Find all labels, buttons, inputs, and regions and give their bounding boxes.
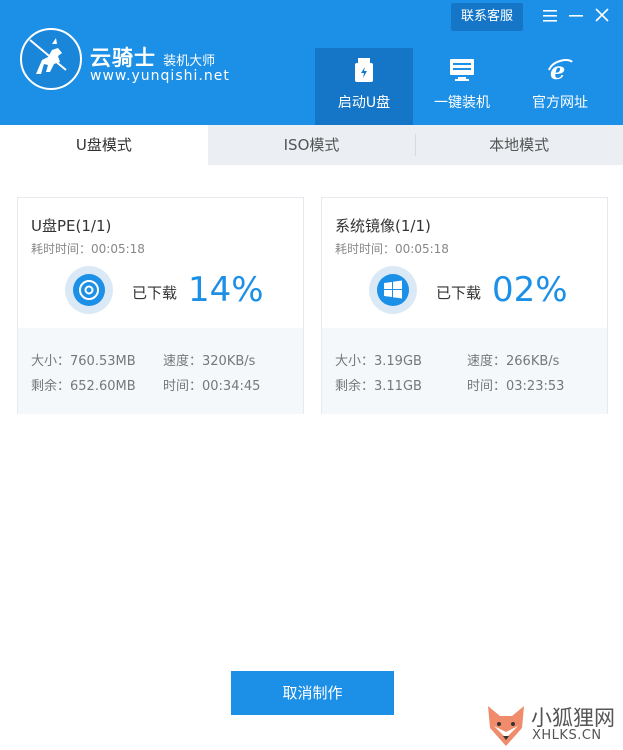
fox-logo-icon: [488, 706, 524, 746]
ie-browser-icon: e: [548, 58, 573, 82]
tab-local-mode[interactable]: 本地模式: [415, 125, 623, 165]
app-header: 云骑士 装机大师 www.yunqishi.net 联系客服 启动U盘 一键装机…: [0, 0, 623, 125]
speed-stat: 速度：320KB/s: [163, 354, 256, 369]
nav-one-click-install[interactable]: 一键装机: [413, 48, 511, 125]
mode-tabs: U盘模式 ISO模式 本地模式: [0, 125, 623, 165]
remaining-stat: 剩余：652.60MB: [31, 379, 136, 394]
card-stats: 大小：760.53MB 速度：320KB/s 剩余：652.60MB 时间：00…: [18, 328, 303, 414]
nav-label: 一键装机: [434, 95, 490, 111]
card-title: 系统镜像(1/1): [335, 217, 431, 235]
elapsed-time: 耗时时间：00:05:18: [335, 242, 449, 256]
contact-service-button[interactable]: 联系客服: [450, 3, 523, 31]
elapsed-time: 耗时时间：00:05:18: [31, 242, 145, 256]
knight-logo: [20, 28, 82, 90]
usb-drive-icon: [355, 58, 373, 82]
watermark-url: XHLKS.CN: [532, 728, 602, 743]
watermark: 小狐狸网 XHLKS.CN: [484, 700, 623, 750]
download-percent: 02%: [492, 270, 568, 310]
menu-icon[interactable]: [537, 3, 563, 31]
nav-official-site[interactable]: e 官方网址: [511, 48, 609, 125]
time-stat: 时间：00:34:45: [163, 379, 261, 394]
download-card-pe: U盘PE(1/1) 耗时时间：00:05:18 已下载 14% 大小：760.5…: [17, 197, 304, 414]
main-nav: 启动U盘 一键装机 e 官方网址: [315, 48, 609, 125]
size-stat: 大小：3.19GB: [335, 354, 422, 369]
disc-icon: [65, 266, 113, 314]
remaining-stat: 剩余：3.11GB: [335, 379, 422, 394]
card-stats: 大小：3.19GB 速度：266KB/s 剩余：3.11GB 时间：03:23:…: [322, 328, 607, 414]
cancel-build-button[interactable]: 取消制作: [231, 671, 394, 715]
download-status: 已下载: [436, 284, 482, 302]
monitor-icon: [450, 59, 474, 81]
close-icon[interactable]: [589, 3, 615, 31]
nav-boot-usb[interactable]: 启动U盘: [315, 48, 413, 125]
tab-iso-mode[interactable]: ISO模式: [208, 125, 416, 165]
brand-subtitle: 装机大师: [163, 54, 216, 69]
tab-usb-mode[interactable]: U盘模式: [0, 125, 208, 165]
card-title: U盘PE(1/1): [31, 217, 112, 235]
windows-logo-icon: [369, 266, 417, 314]
nav-label: 启动U盘: [337, 95, 391, 111]
time-stat: 时间：03:23:53: [467, 379, 565, 394]
download-percent: 14%: [188, 270, 264, 310]
download-card-system-image: 系统镜像(1/1) 耗时时间：00:05:18 已下载 02% 大小：3.19G…: [321, 197, 608, 414]
speed-stat: 速度：266KB/s: [467, 354, 560, 369]
download-status: 已下载: [132, 284, 178, 302]
brand-url: www.yunqishi.net: [90, 68, 230, 84]
nav-label: 官方网址: [532, 95, 588, 111]
minimize-icon[interactable]: [563, 3, 589, 31]
size-stat: 大小：760.53MB: [31, 354, 136, 369]
window-topbar: 联系客服: [450, 0, 623, 34]
knight-rider-icon: [29, 38, 67, 74]
